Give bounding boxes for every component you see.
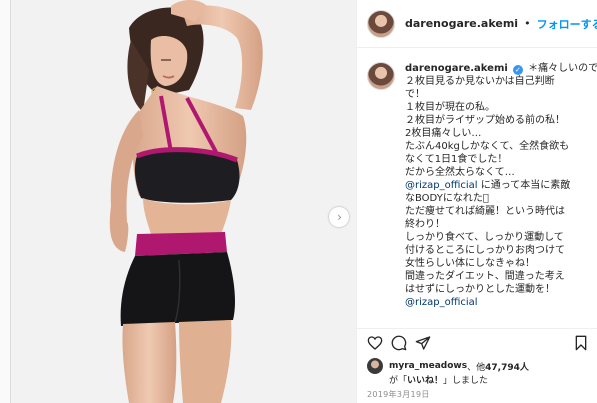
caption-line: なくて1日1食でした！: [405, 154, 508, 165]
liker-avatar[interactable]: [367, 358, 383, 374]
caption-line: はせずにしっかりとした運動を！: [405, 284, 555, 295]
verified-icon: ✓: [512, 65, 523, 75]
mention-link[interactable]: @rizap_official: [405, 296, 593, 309]
post-sidebar: darenogare.akemi • フォローする darenogare.ake…: [356, 0, 597, 403]
header-username[interactable]: darenogare.akemi: [405, 17, 518, 30]
caption-line: 付けるところにしっかりお肉つけて: [405, 245, 565, 256]
caption-text: darenogare.akemi ✓ ＊痛々しいので ２枚目見るか見ないかは自己…: [405, 62, 597, 309]
post-header: darenogare.akemi • フォローする: [357, 0, 597, 48]
likes-text: 、他: [467, 362, 486, 373]
share-icon[interactable]: [415, 335, 431, 351]
chevron-right-icon: ›: [337, 210, 342, 224]
likes-like-word: いいね！: [407, 376, 444, 386]
caption-line: 女性らしい体にしなきゃね！: [405, 258, 535, 269]
caption-avatar[interactable]: [367, 62, 395, 90]
action-bar: [357, 328, 597, 356]
caption-line: で！: [405, 89, 425, 100]
caption-line: 終わり！: [405, 219, 445, 230]
header-separator: •: [524, 17, 531, 30]
bookmark-icon[interactable]: [573, 335, 589, 351]
avatar[interactable]: [367, 9, 395, 38]
caption-line: 間違ったダイエット、間違った考え: [405, 271, 565, 282]
caption-line: に通って本当に素敵: [477, 180, 571, 191]
likes-summary: myra_meadows 、他 47,794人: [367, 358, 529, 374]
caption-line: だから全然太らなくて…: [405, 167, 515, 178]
likes-suffix: 」しました: [443, 376, 489, 386]
heart-icon[interactable]: [367, 335, 383, 351]
caption-line: ２枚目がライザップ始める前の私！: [405, 115, 565, 126]
follow-button[interactable]: フォローする: [537, 16, 597, 32]
liker-username[interactable]: myra_meadows: [389, 361, 467, 371]
caption-line: なBODYになれた􀀀: [405, 193, 489, 204]
caption-line: １枚目が現在の私。: [405, 102, 495, 113]
caption-username[interactable]: darenogare.akemi: [405, 63, 508, 74]
model-image: [11, 0, 356, 403]
caption-line: たぶん40kgしかなくて、全然食欲も: [405, 141, 570, 152]
caption-comment: darenogare.akemi ✓ ＊痛々しいので ２枚目見るか見ないかは自己…: [367, 62, 597, 309]
post-date[interactable]: 2019年3月19日: [367, 389, 430, 400]
caption-line: ただ痩せてれば綺麗！という時代は: [405, 206, 565, 217]
caption-line: ２枚目見るか見ないかは自己判断: [405, 76, 555, 87]
post-photo[interactable]: ›: [11, 0, 356, 403]
likes-prefix: が「: [389, 376, 408, 386]
comment-icon[interactable]: [391, 335, 407, 351]
likes-count[interactable]: 47,794人: [485, 360, 529, 373]
caption-line: しっかり食べて、しっかり運動して: [405, 232, 564, 243]
mention-link[interactable]: @rizap_official: [405, 180, 478, 191]
caption-line: 2枚目痛々しい…: [405, 128, 482, 139]
instagram-post-card: › darenogare.akemi • フォローする darenogare.a…: [10, 0, 597, 403]
likes-line-2: が「いいね！」しました: [389, 373, 488, 386]
caption-line: ＊痛々しいので: [528, 63, 597, 74]
next-image-button[interactable]: ›: [329, 207, 349, 227]
